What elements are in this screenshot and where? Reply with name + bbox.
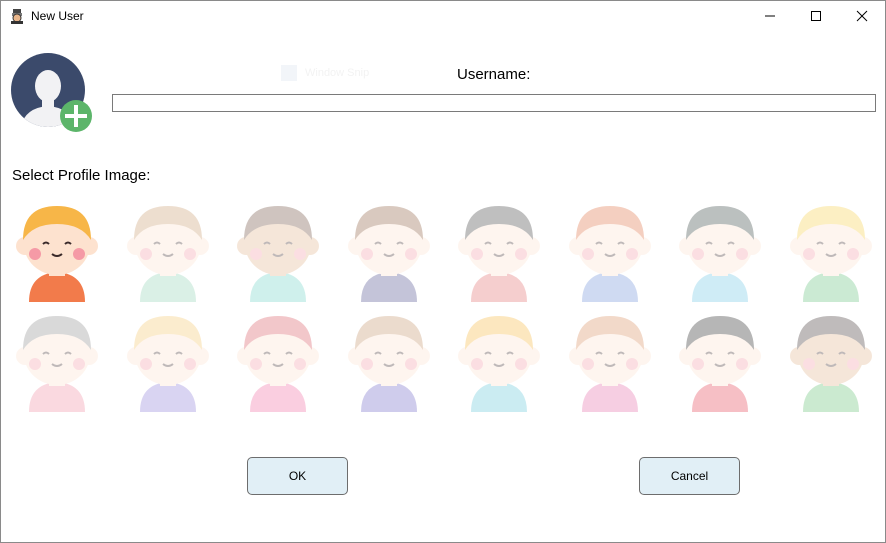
kid-avatar-icon [16, 206, 98, 302]
profile-image-grid [11, 196, 877, 414]
profile-image-girl-pigtails[interactable] [453, 306, 545, 412]
profile-image-boy-tie[interactable] [785, 196, 877, 302]
kid-avatar-icon [789, 316, 872, 412]
username-label: Username: [457, 66, 531, 83]
username-input[interactable] [112, 94, 876, 112]
kid-avatar-icon [679, 206, 761, 302]
kid-avatar-icon [16, 316, 98, 412]
profile-image-girl-flowers[interactable] [564, 306, 656, 412]
ok-button[interactable]: OK [247, 457, 348, 495]
ghost-overlay-text: Window Snip [305, 67, 370, 79]
maximize-button[interactable] [793, 1, 839, 31]
profile-image-girl-headband[interactable] [785, 306, 877, 412]
kid-avatar-icon [347, 206, 430, 302]
window-title: New User [31, 9, 84, 23]
ghost-overlay-icon [281, 65, 297, 81]
kid-avatar-icon [568, 206, 651, 302]
title-bar[interactable]: New User [1, 1, 885, 31]
profile-image-boy-scarf[interactable] [343, 196, 435, 302]
minimize-button[interactable] [747, 1, 793, 31]
profile-image-boy-plaid[interactable] [453, 196, 545, 302]
kid-avatar-icon [789, 206, 872, 302]
new-user-window: New User Window Snip Username: Select Pr… [0, 0, 886, 543]
profile-image-girl-blonde[interactable] [122, 306, 214, 412]
kid-avatar-icon [347, 316, 430, 412]
kid-avatar-icon [568, 316, 651, 412]
cancel-button[interactable]: Cancel [639, 457, 740, 495]
close-button[interactable] [839, 1, 885, 31]
close-icon [856, 10, 868, 22]
profile-image-girl-buns[interactable] [232, 306, 324, 412]
kid-avatar-icon [126, 206, 209, 302]
profile-image-boy-curly[interactable] [122, 196, 214, 302]
kid-avatar-icon [237, 316, 319, 412]
app-icon [11, 9, 23, 24]
profile-image-girl-dark[interactable] [674, 306, 766, 412]
select-profile-image-label: Select Profile Image: [12, 167, 151, 184]
profile-image-boy-spiky[interactable] [564, 196, 656, 302]
kid-avatar-icon [126, 316, 209, 412]
profile-image-grandma[interactable] [11, 306, 103, 412]
profile-image-grandpa[interactable] [674, 196, 766, 302]
kid-avatar-icon [679, 316, 761, 412]
kid-avatar-icon [458, 206, 540, 302]
profile-image-girl-long[interactable] [343, 306, 435, 412]
profile-image-boy-headband[interactable] [232, 196, 324, 302]
kid-avatar-icon [237, 206, 319, 302]
ghost-overlay: Window Snip [281, 64, 451, 82]
kid-avatar-icon [458, 316, 540, 412]
add-user-avatar-icon[interactable] [10, 52, 94, 134]
maximize-icon [811, 11, 821, 21]
profile-image-boy-cap[interactable] [11, 196, 103, 302]
minimize-icon [765, 15, 775, 17]
